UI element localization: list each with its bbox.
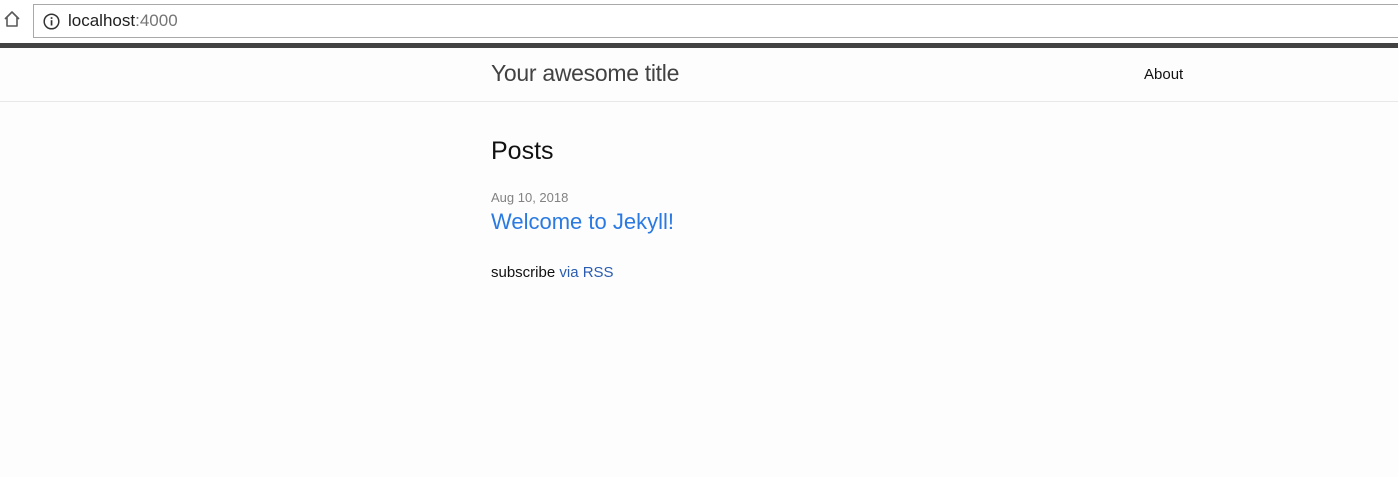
main-content: Posts Aug 10, 2018 Welcome to Jekyll! su… — [491, 136, 1191, 283]
url-text: localhost:4000 — [68, 11, 178, 31]
rss-link[interactable]: via RSS — [559, 264, 613, 281]
rss-subscribe: subscribe via RSS — [491, 263, 1191, 283]
posts-heading: Posts — [491, 137, 554, 165]
address-bar[interactable]: localhost:4000 — [33, 4, 1398, 38]
post-date: Aug 10, 2018 — [491, 190, 569, 205]
browser-toolbar: localhost:4000 — [0, 0, 1398, 44]
subscribe-text: subscribe — [491, 264, 556, 281]
home-button[interactable] — [0, 8, 24, 34]
site-title-link[interactable]: Your awesome title — [491, 60, 679, 87]
post-list: Aug 10, 2018 Welcome to Jekyll! — [491, 190, 1191, 236]
post-list-item: Aug 10, 2018 Welcome to Jekyll! — [491, 190, 1191, 236]
nav-link-about[interactable]: About — [1144, 66, 1183, 83]
post-title-link[interactable]: Welcome to Jekyll! — [491, 208, 674, 236]
url-host: localhost — [68, 11, 136, 30]
site-header: Your awesome title About — [0, 48, 1398, 102]
home-icon — [3, 10, 21, 33]
info-icon[interactable] — [43, 12, 61, 30]
url-port: :4000 — [135, 11, 178, 30]
